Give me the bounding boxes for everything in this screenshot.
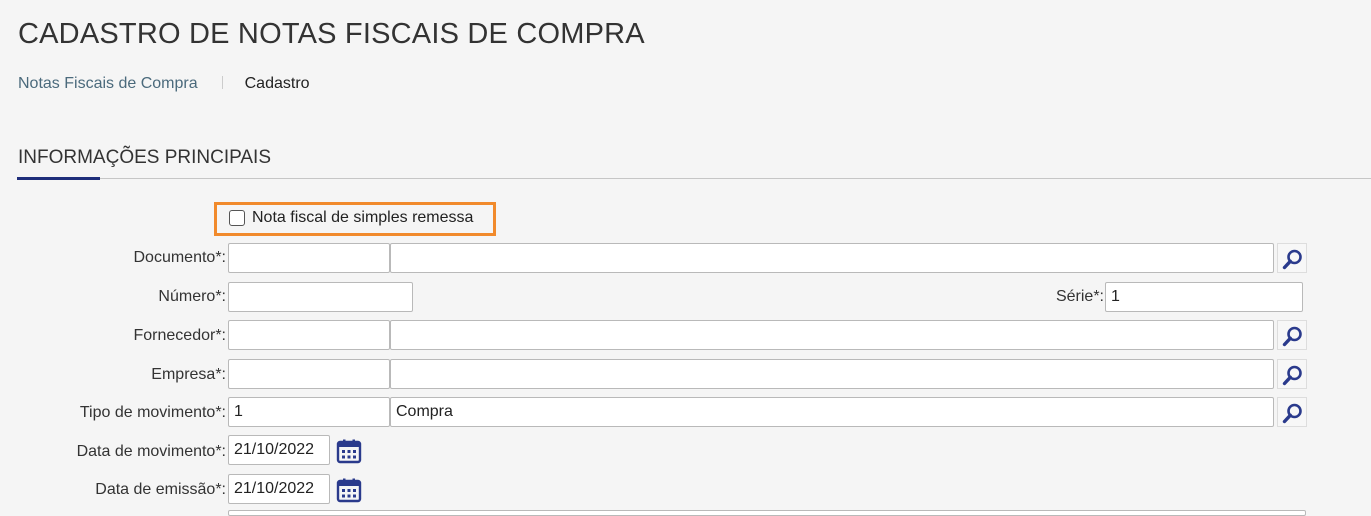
tipo-movimento-description-input[interactable]: Compra bbox=[390, 397, 1274, 427]
tipo-movimento-code-input[interactable]: 1 bbox=[228, 397, 390, 427]
search-icon bbox=[1282, 365, 1302, 386]
numero-input[interactable] bbox=[228, 282, 413, 312]
serie-input[interactable]: 1 bbox=[1105, 282, 1303, 312]
simples-remessa-checkbox[interactable] bbox=[229, 210, 245, 226]
section-title[interactable]: INFORMAÇÕES PRINCIPAIS bbox=[18, 147, 271, 169]
tipo-movimento-search-button[interactable] bbox=[1277, 397, 1307, 427]
documento-description-input[interactable] bbox=[390, 243, 1274, 273]
simples-remessa-label[interactable]: Nota fiscal de simples remessa bbox=[252, 209, 473, 227]
fornecedor-label: Fornecedor*: bbox=[133, 327, 227, 344]
empresa-description-input[interactable] bbox=[390, 359, 1274, 389]
data-emissao-calendar-button[interactable] bbox=[335, 476, 363, 504]
fornecedor-description-input[interactable] bbox=[390, 320, 1274, 350]
search-icon bbox=[1282, 403, 1302, 424]
serie-label: Série*: bbox=[1055, 288, 1104, 305]
data-movimento-label: Data de movimento*: bbox=[76, 443, 226, 460]
calendar-icon bbox=[336, 478, 362, 503]
section-divider bbox=[17, 178, 1371, 179]
next-field-input[interactable] bbox=[228, 510, 1306, 516]
fornecedor-code-input[interactable] bbox=[228, 320, 390, 350]
empresa-label: Empresa*: bbox=[151, 366, 226, 383]
empresa-search-button[interactable] bbox=[1277, 359, 1307, 389]
breadcrumb-current: Cadastro bbox=[244, 75, 310, 92]
data-movimento-input[interactable]: 21/10/2022 bbox=[228, 435, 330, 465]
numero-label: Número*: bbox=[158, 288, 226, 305]
documento-search-button[interactable] bbox=[1277, 243, 1307, 273]
data-emissao-input[interactable]: 21/10/2022 bbox=[228, 474, 330, 504]
data-movimento-calendar-button[interactable] bbox=[335, 437, 363, 465]
tipo-movimento-label: Tipo de movimento*: bbox=[79, 404, 226, 421]
data-emissao-label: Data de emissão*: bbox=[95, 481, 226, 498]
search-icon bbox=[1282, 249, 1302, 270]
breadcrumb: Notas Fiscais de Compra Cadastro bbox=[18, 75, 310, 93]
breadcrumb-separator bbox=[221, 76, 223, 89]
documento-label: Documento*: bbox=[133, 249, 227, 266]
fornecedor-search-button[interactable] bbox=[1277, 320, 1307, 350]
empresa-code-input[interactable] bbox=[228, 359, 390, 389]
calendar-icon bbox=[336, 439, 362, 464]
documento-code-input[interactable] bbox=[228, 243, 390, 273]
breadcrumb-link-notas[interactable]: Notas Fiscais de Compra bbox=[18, 75, 198, 92]
search-icon bbox=[1282, 326, 1302, 347]
page-title: CADASTRO DE NOTAS FISCAIS DE COMPRA bbox=[18, 18, 645, 50]
section-tab-indicator bbox=[17, 177, 100, 180]
